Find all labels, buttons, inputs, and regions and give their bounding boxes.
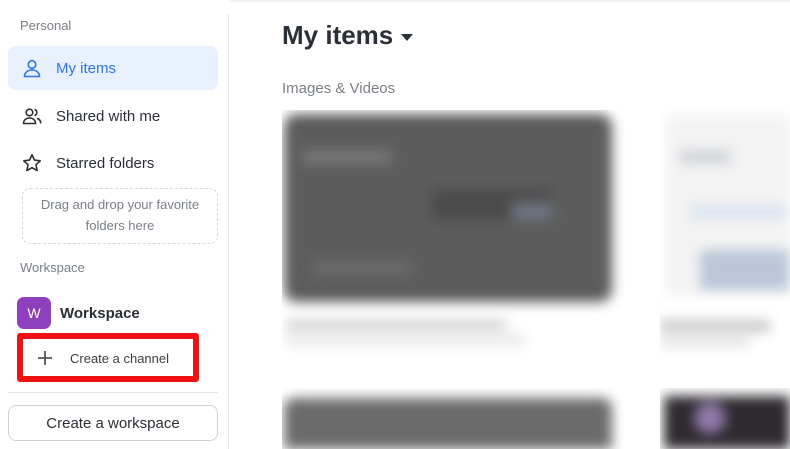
blurred-thumbnail-image [282,388,657,449]
workspace-section-label: Workspace [20,260,85,275]
blurred-thumbnail-image [660,388,790,449]
workspace-item[interactable]: W Workspace [17,297,140,329]
sidebar-item-my-items[interactable]: My items [8,46,218,90]
sidebar-border [228,14,229,449]
create-channel-label: Create a channel [70,350,170,366]
blurred-thumbnail-image [660,110,790,380]
media-thumbnail[interactable] [282,110,657,380]
sidebar-item-starred-folders[interactable]: Starred folders [8,141,218,185]
page-title: My items [282,20,394,50]
sidebar-item-label: My items [56,59,116,77]
page-title-dropdown[interactable]: My items [282,20,414,51]
sidebar-item-label: Starred folders [56,154,155,172]
workspace-name: Workspace [60,304,140,322]
header-shadow [229,0,790,3]
personal-section-label: Personal [20,18,72,33]
star-icon [22,153,42,173]
plus-icon [35,350,55,366]
caret-down-icon [401,34,414,41]
media-thumbnail[interactable] [282,388,657,449]
sidebar-item-shared-with-me[interactable]: Shared with me [8,94,218,138]
person-icon [22,58,42,78]
media-thumbnail[interactable] [660,110,790,380]
create-channel-button[interactable]: Create a channel [26,342,190,374]
media-thumbnail[interactable] [660,388,790,449]
create-workspace-button[interactable]: Create a workspace [8,405,218,441]
sidebar-divider [8,392,218,393]
blurred-thumbnail-image [282,110,657,380]
workspace-avatar: W [17,297,51,329]
images-videos-section-label: Images & Videos [282,80,396,97]
people-icon [22,106,42,126]
sidebar-item-label: Shared with me [56,107,161,125]
sidebar: Personal My items Shared with me Starred… [0,0,228,449]
favorites-dropzone[interactable]: Drag and drop your favorite folders here [22,188,218,244]
